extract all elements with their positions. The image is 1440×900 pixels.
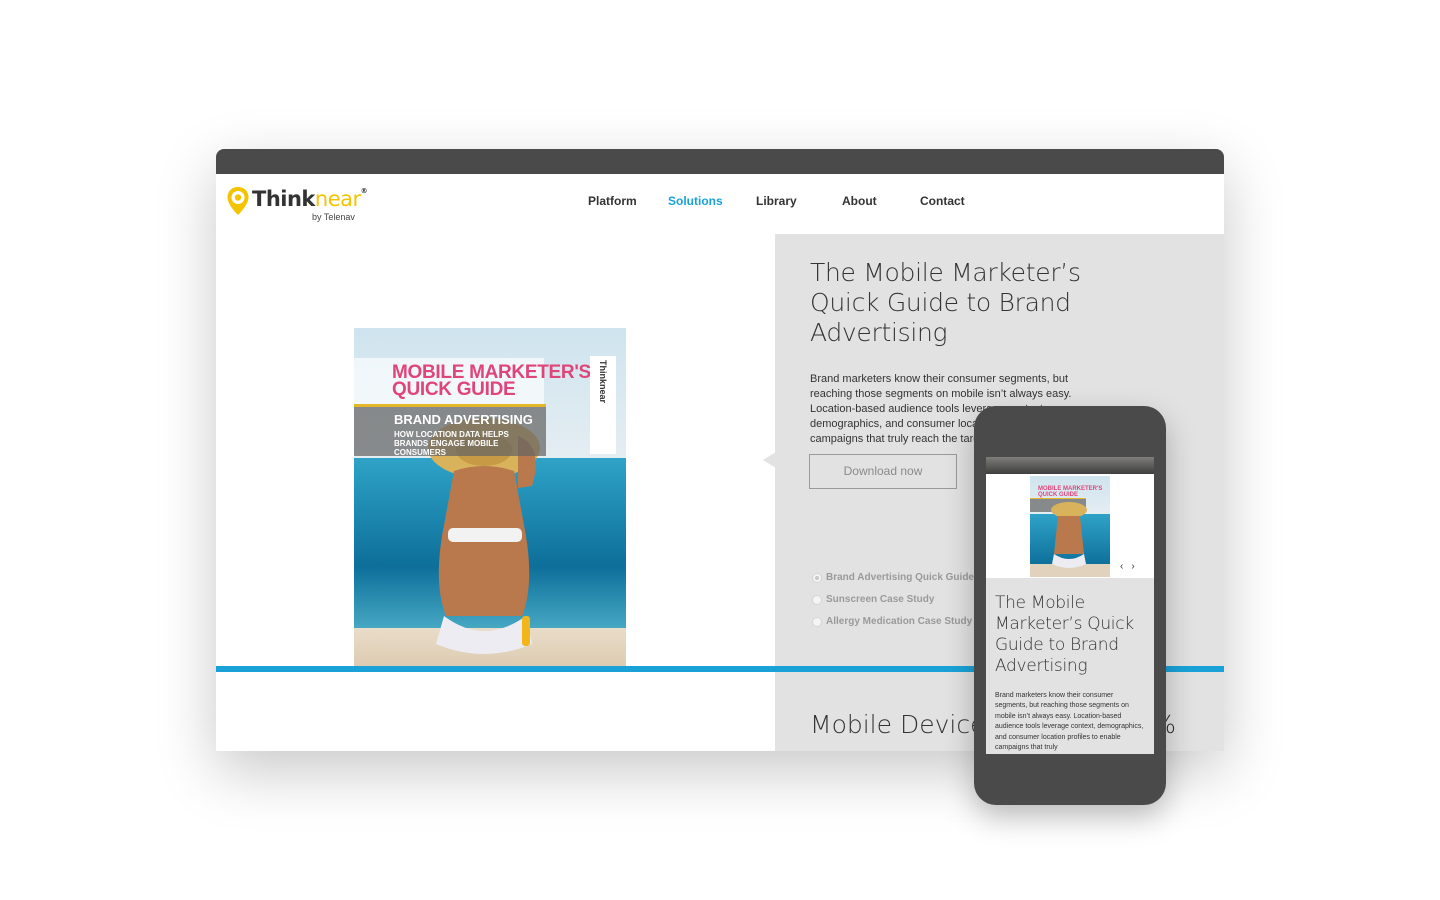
prev-arrow-icon[interactable]: ‹ (1120, 561, 1131, 572)
site-header: Thinknear® by Telenav Platform Solutions… (216, 174, 1224, 234)
phone-cover-figure (1051, 502, 1087, 568)
hero-media-panel: MOBILE MARKETER'S QUICK GUIDE BRAND ADVE… (216, 234, 775, 678)
lower-left-panel (216, 672, 775, 751)
nav-about[interactable]: About (842, 194, 877, 208)
logo-word-near: near (314, 187, 361, 211)
phone-cover-title-line2: QUICK GUIDE (1038, 492, 1079, 498)
phone-mockup: MOBILE MARKETER'S QUICK GUIDE ‹› The Mob… (974, 406, 1166, 805)
phone-guide-cover[interactable]: MOBILE MARKETER'S QUICK GUIDE (1030, 476, 1110, 577)
nav-platform[interactable]: Platform (588, 194, 637, 208)
panel-pointer (763, 452, 776, 468)
logo-word-think: Think (252, 187, 315, 211)
nav-solutions[interactable]: Solutions (668, 194, 723, 208)
cover-title: MOBILE MARKETER'S QUICK GUIDE (392, 363, 591, 400)
cover-title-line2: QUICK GUIDE (392, 379, 516, 400)
cover-band-subtitle: HOW LOCATION DATA HELPS BRANDS ENGAGE MO… (394, 430, 509, 457)
nav-library[interactable]: Library (756, 194, 797, 208)
phone-top-strip (986, 457, 1154, 474)
phone-screen: MOBILE MARKETER'S QUICK GUIDE ‹› The Mob… (986, 457, 1154, 754)
download-now-button[interactable]: Download now (809, 454, 957, 489)
resource-item-allergy[interactable]: Allergy Medication Case Study (812, 615, 974, 637)
location-pin-icon (227, 187, 249, 215)
resource-item-label: Brand Advertising Quick Guide (826, 572, 974, 583)
cover-band-title: BRAND ADVERTISING (394, 412, 533, 427)
logo-tagline: by Telenav (312, 212, 355, 222)
resource-item-label: Sunscreen Case Study (826, 594, 935, 605)
thinknear-logo[interactable]: Thinknear® by Telenav (226, 184, 386, 224)
phone-title: The Mobile Marketer’s Quick Guide to Bra… (995, 593, 1134, 676)
mockup-stage: Thinknear® by Telenav Platform Solutions… (0, 0, 1440, 900)
guide-cover-image[interactable]: MOBILE MARKETER'S QUICK GUIDE BRAND ADVE… (354, 328, 626, 678)
phone-carousel-arrows: ‹› (1120, 561, 1143, 572)
resource-list: Brand Advertising Quick Guide Sunscreen … (812, 571, 974, 637)
logo-wordmark: Thinknear® (252, 187, 368, 211)
nav-contact[interactable]: Contact (920, 194, 965, 208)
radio-selected-icon (812, 573, 822, 583)
cover-brand-tag-text: Thinknear (598, 360, 608, 404)
hero-title: The Mobile Marketer’s Quick Guide to Bra… (810, 258, 1081, 347)
browser-title-bar (216, 149, 1224, 174)
resource-item-label: Allergy Medication Case Study (826, 616, 973, 627)
radio-icon (812, 617, 822, 627)
resource-item-brand-guide[interactable]: Brand Advertising Quick Guide (812, 571, 974, 593)
next-arrow-icon[interactable]: › (1131, 561, 1142, 572)
phone-description: Brand marketers know their consumer segm… (995, 692, 1144, 752)
resource-item-sunscreen[interactable]: Sunscreen Case Study (812, 593, 974, 615)
phone-cover-title: MOBILE MARKETER'S QUICK GUIDE (1038, 486, 1102, 498)
radio-icon (812, 595, 822, 605)
logo-registered: ® (360, 187, 368, 195)
